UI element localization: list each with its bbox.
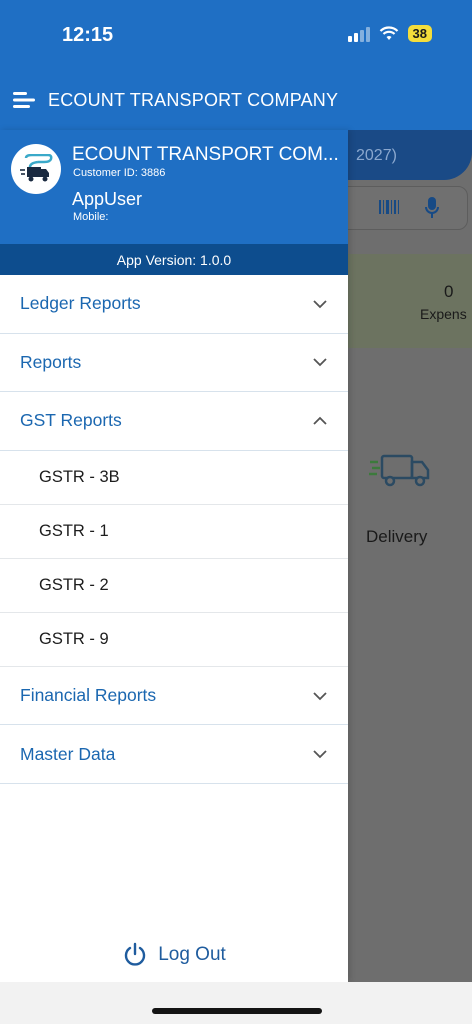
user-name: AppUser [72, 189, 143, 209]
background-year-text: 2027) [356, 147, 397, 164]
wifi-icon [379, 26, 398, 40]
menu-item-ledger-reports[interactable]: Ledger Reports [0, 275, 348, 334]
customer-id: Customer ID: 3886 [73, 167, 166, 179]
chevron-down-icon [313, 300, 327, 309]
background-delivery-label: Delivery [366, 527, 428, 546]
app-title: ECOUNT TRANSPORT COMPANY [48, 90, 339, 110]
drawer-header: ECOUNT TRANSPORT COM... Customer ID: 388… [0, 130, 348, 244]
background-company-card: 2027) [348, 130, 472, 180]
company-logo [11, 144, 61, 194]
chevron-down-icon [313, 691, 327, 700]
mobile-label: Mobile: [73, 211, 109, 223]
chevron-down-icon [313, 750, 327, 759]
submenu-item-gstr-9[interactable]: GSTR - 9 [0, 613, 348, 667]
battery-indicator: 38 [407, 25, 432, 42]
chevron-down-icon [313, 358, 327, 367]
logout-label: Log Out [158, 944, 226, 965]
bottom-safe-area [0, 982, 472, 1024]
submenu-item-gstr-3b[interactable]: GSTR - 3B [0, 451, 348, 505]
background-stat-value: 0 [444, 282, 454, 301]
barcode-icon [379, 200, 399, 214]
menu-item-master-data[interactable]: Master Data [0, 725, 348, 784]
background-dashboard: 2027) 0 Expens Delivery [328, 130, 472, 982]
background-stat-card: 0 Expens [348, 254, 472, 348]
navigation-drawer: ECOUNT TRANSPORT COM... Customer ID: 388… [0, 130, 348, 982]
menu-item-label: Reports [20, 351, 82, 372]
menu-item-label: Master Data [20, 743, 116, 764]
hamburger-menu-icon[interactable] [12, 91, 36, 109]
drawer-menu: Ledger Reports Reports GST Reports GSTR … [0, 275, 348, 784]
app-version-bar: App Version: 1.0.0 [0, 244, 348, 275]
power-icon [125, 942, 146, 966]
chevron-up-icon [313, 416, 327, 425]
menu-item-label: GST Reports [20, 410, 122, 431]
app-header: 12:15 38 ECOUNT TRANSPORT COMPANY [0, 0, 472, 130]
cellular-signal-icon [347, 26, 370, 42]
submenu-item-gstr-1[interactable]: GSTR - 1 [0, 505, 348, 559]
home-indicator[interactable] [152, 1008, 322, 1014]
menu-item-gst-reports[interactable]: GST Reports [0, 392, 348, 451]
microphone-icon [425, 197, 439, 218]
menu-item-label: Financial Reports [20, 685, 157, 706]
truck-logo-icon [20, 154, 53, 182]
status-time: 12:15 [62, 24, 114, 46]
menu-item-financial-reports[interactable]: Financial Reports [0, 667, 348, 726]
company-name: ECOUNT TRANSPORT COM... [72, 144, 339, 165]
logout-button[interactable]: Log Out [0, 942, 348, 968]
menu-item-label: Ledger Reports [20, 293, 141, 314]
submenu-item-gstr-2[interactable]: GSTR - 2 [0, 559, 348, 613]
background-stat-label: Expens [420, 306, 467, 322]
status-icons: 38 [347, 25, 432, 42]
delivery-truck-icon [369, 454, 430, 487]
menu-item-reports[interactable]: Reports [0, 334, 348, 393]
